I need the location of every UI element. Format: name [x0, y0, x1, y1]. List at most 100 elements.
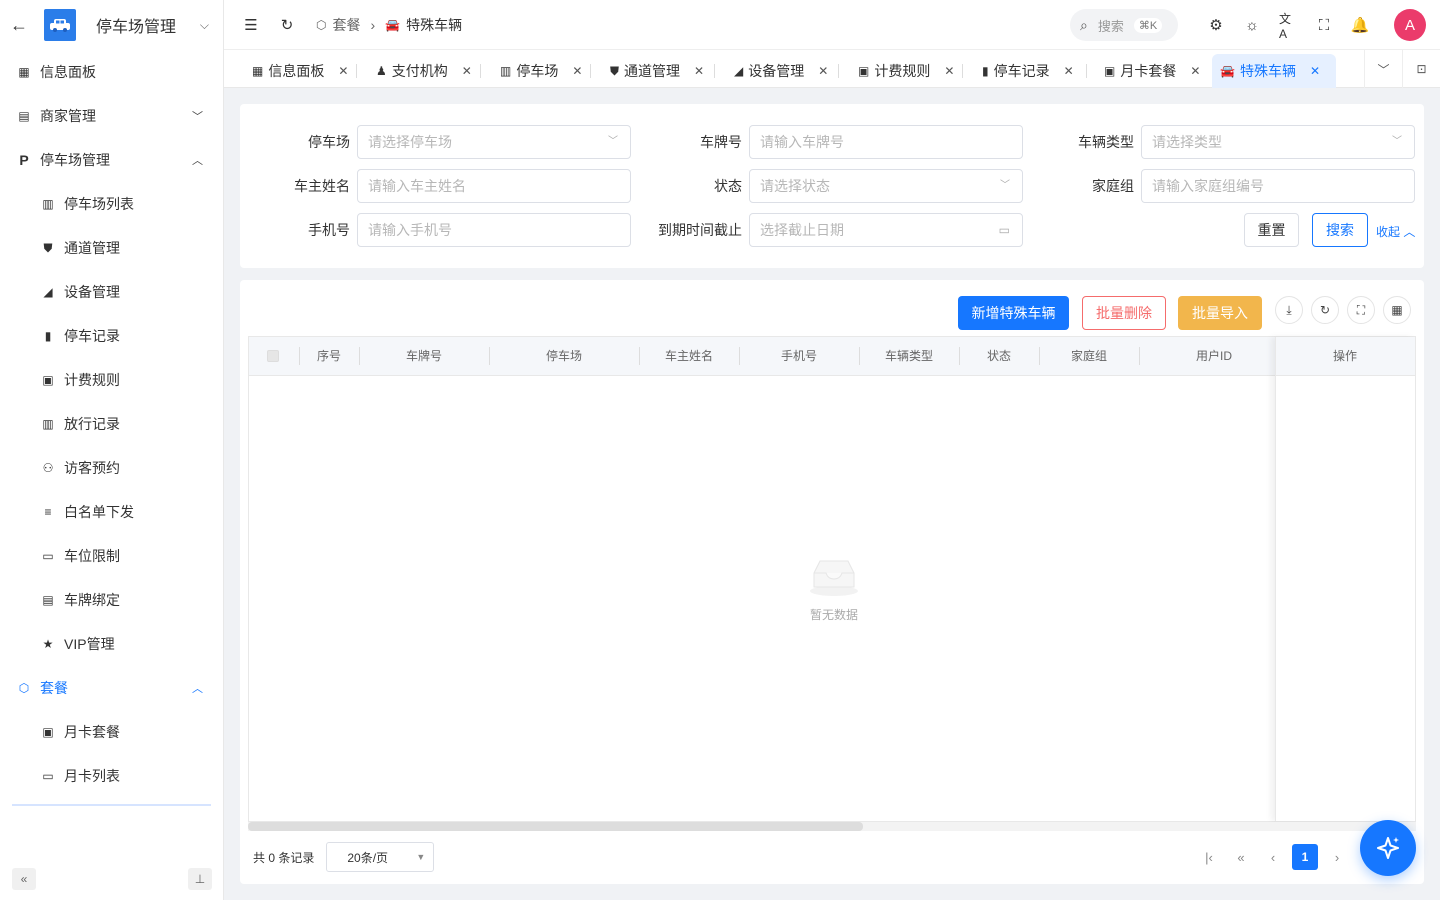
vehicle-type-label: 车辆类型 [1078, 134, 1134, 150]
global-search[interactable]: ⌕ 搜索 ⌘K [1070, 9, 1178, 41]
back-arrow-icon[interactable]: ← [10, 15, 28, 35]
close-icon[interactable]: ✕ [462, 64, 472, 78]
tab-payment[interactable]: ♟ 支付机构 ✕ [368, 54, 480, 88]
select-all-checkbox[interactable] [267, 350, 279, 362]
sidebar-item-billing[interactable]: ▣ 计费规则 [0, 358, 223, 402]
phone-input[interactable]: 请输入手机号 [357, 213, 631, 247]
data-table: 序号 车牌号 停车场 车主姓名 手机号 车辆类型 状态 家庭组 用户ID 操作 … [248, 336, 1416, 822]
tab-special-vehicle[interactable]: 🚘 特殊车辆 ✕ [1212, 54, 1336, 88]
parking-label: 停车场 [308, 134, 350, 150]
sidebar-item-release[interactable]: ▥ 放行记录 [0, 402, 223, 446]
sidebar-item-visitor[interactable]: ⚇ 访客预约 [0, 446, 223, 490]
close-icon[interactable]: ✕ [818, 64, 828, 78]
chevron-down-icon: ﹀ [608, 136, 618, 147]
sidebar-item-dashboard[interactable]: ▦ 信息面板 [0, 50, 223, 94]
close-icon[interactable]: ✕ [1310, 64, 1320, 78]
sidebar-item-plate-bind[interactable]: ▤ 车牌绑定 [0, 578, 223, 622]
sidebar-item-merchant[interactable]: ▤ 商家管理 ﹀ [0, 94, 223, 138]
fixed-actions-column [1275, 337, 1415, 821]
status-select[interactable]: 请选择状态 ﹀ [749, 169, 1023, 203]
col-vehicle-type: 车辆类型 [884, 349, 933, 363]
maximize-icon[interactable]: ⊡ [1402, 50, 1440, 88]
chevron-down-icon[interactable]: ⌵ [200, 18, 209, 33]
sidebar-item-parking-list[interactable]: ▥ 停车场列表 [0, 182, 223, 226]
refresh-icon[interactable]: ↻ [278, 16, 296, 34]
page-number[interactable]: 1 [1292, 844, 1318, 870]
tab-channel[interactable]: ⛊ 通道管理 ✕ [602, 54, 712, 88]
sidebar-item-parking-mgmt[interactable]: P 停车场管理 ︿ [0, 138, 223, 182]
tab-billing[interactable]: ▣ 计费规则 ✕ [850, 54, 962, 88]
translate-icon[interactable]: 文A [1279, 12, 1297, 41]
prev-page-icon[interactable]: ‹ [1260, 844, 1286, 870]
next-page-icon[interactable]: › [1324, 844, 1350, 870]
plate-input[interactable]: 请输入车牌号 [749, 125, 1023, 159]
tab-parking-record[interactable]: ▮ 停车记录 ✕ [974, 54, 1082, 88]
theme-sun-icon[interactable]: ☼ [1243, 16, 1261, 34]
tab-device[interactable]: ◢ 设备管理 ✕ [726, 54, 836, 88]
pagination: |‹ « ‹ 1 › [1190, 844, 1350, 870]
clipboard-icon: ▮ [982, 64, 989, 78]
page-size-select[interactable]: 20条/页 ▼ [326, 842, 435, 872]
tabs-more-icon[interactable]: ﹀ [1364, 50, 1402, 88]
pin-icon[interactable]: ⊥ [188, 868, 212, 890]
sidebar-item-space-limit[interactable]: ▭ 车位限制 [0, 534, 223, 578]
search-button[interactable]: 搜索 [1312, 213, 1368, 247]
chevron-up-icon: ︿ [1403, 225, 1416, 239]
parking-select[interactable]: 请选择停车场 ﹀ [357, 125, 631, 159]
expire-date-picker[interactable]: 选择截止日期 ▭ [749, 213, 1023, 247]
money-icon: ▣ [858, 64, 870, 78]
car-icon: 🚘 [1220, 64, 1235, 78]
sidebar-item-device[interactable]: ◢ 设备管理 [0, 270, 223, 314]
batch-delete-button[interactable]: 批量删除 [1082, 296, 1166, 330]
refresh-icon[interactable]: ↻ [1311, 296, 1339, 324]
family-input[interactable]: 请输入家庭组编号 [1141, 169, 1415, 203]
collapse-link[interactable]: 收起 ︿ [1376, 223, 1415, 240]
owner-input[interactable]: 请输入车主姓名 [357, 169, 631, 203]
columns-setting-icon[interactable]: ▦ [1383, 296, 1411, 324]
close-icon[interactable]: ✕ [338, 64, 348, 78]
settings-icon[interactable]: ⚙ [1207, 16, 1225, 34]
filter-row-3: 手机号 请输入手机号 到期时间截止 选择截止日期 ▭ 重置 搜索 收起 ︿ [240, 213, 1424, 247]
sidebar-item-monthly-package[interactable]: ▣ 月卡套餐 [0, 710, 223, 754]
add-special-vehicle-button[interactable]: 新增特殊车辆 [958, 296, 1069, 330]
sidebar-item-vip[interactable]: ★ VIP管理 [0, 622, 223, 666]
sidebar-item-whitelist[interactable]: ≡ 白名单下发 [0, 490, 223, 534]
batch-import-button[interactable]: 批量导入 [1178, 296, 1262, 330]
breadcrumb-item[interactable]: 套餐 [332, 15, 360, 35]
download-icon[interactable]: ⤓ [1275, 296, 1303, 324]
visitor-icon: ⚇ [42, 461, 54, 475]
collapse-sidebar-icon[interactable]: « [12, 868, 36, 890]
sidebar-item-monthly-list[interactable]: ▭ 月卡列表 [0, 754, 223, 798]
ai-assistant-button[interactable] [1360, 820, 1416, 876]
tab-parking[interactable]: ▥ 停车场 ✕ [492, 54, 590, 88]
col-plate: 车牌号 [405, 349, 442, 363]
sidebar-item-parking-record[interactable]: ▮ 停车记录 [0, 314, 223, 358]
col-index: 序号 [316, 349, 341, 363]
empty-state: 暂无数据 [789, 557, 879, 623]
reset-button[interactable]: 重置 [1244, 213, 1299, 247]
sidebar-item-package[interactable]: ⬡ 套餐 ︿ [0, 666, 223, 710]
close-icon[interactable]: ✕ [572, 64, 582, 78]
tab-monthly-package[interactable]: ▣ 月卡套餐 ✕ [1096, 54, 1208, 88]
close-icon[interactable]: ✕ [1190, 64, 1200, 78]
menu-toggle-icon[interactable]: ☰ [242, 16, 260, 34]
close-icon[interactable]: ✕ [694, 64, 704, 78]
star-icon: ★ [42, 637, 54, 651]
first-page-icon[interactable]: |‹ [1196, 844, 1222, 870]
avatar[interactable]: A [1394, 9, 1426, 41]
sidebar-menu: ▦ 信息面板 ▤ 商家管理 ﹀ P 停车场管理 ︿ ▥ 停车场列表 ⛊ 通道管理 ◢ 设备管理 … [0, 50, 223, 798]
road-icon: ⛊ [43, 240, 53, 255]
horizontal-scrollbar[interactable] [248, 822, 1416, 831]
building-icon: ▥ [42, 197, 54, 211]
close-icon[interactable]: ✕ [944, 64, 954, 78]
sidebar-item-channel[interactable]: ⛊ 通道管理 [0, 226, 223, 270]
close-icon[interactable]: ✕ [1064, 64, 1074, 78]
fullscreen-icon[interactable]: ⛶ [1347, 296, 1375, 324]
prev-group-icon[interactable]: « [1228, 844, 1254, 870]
fullscreen-icon[interactable]: ⛶ [1315, 16, 1333, 34]
vehicle-type-select[interactable]: 请选择类型 ﹀ [1141, 125, 1415, 159]
col-parking: 停车场 [545, 349, 582, 363]
money-icon: ▣ [42, 373, 54, 387]
tab-dashboard[interactable]: ▦ 信息面板 ✕ [244, 54, 356, 88]
bell-icon[interactable]: 🔔 [1351, 16, 1370, 34]
